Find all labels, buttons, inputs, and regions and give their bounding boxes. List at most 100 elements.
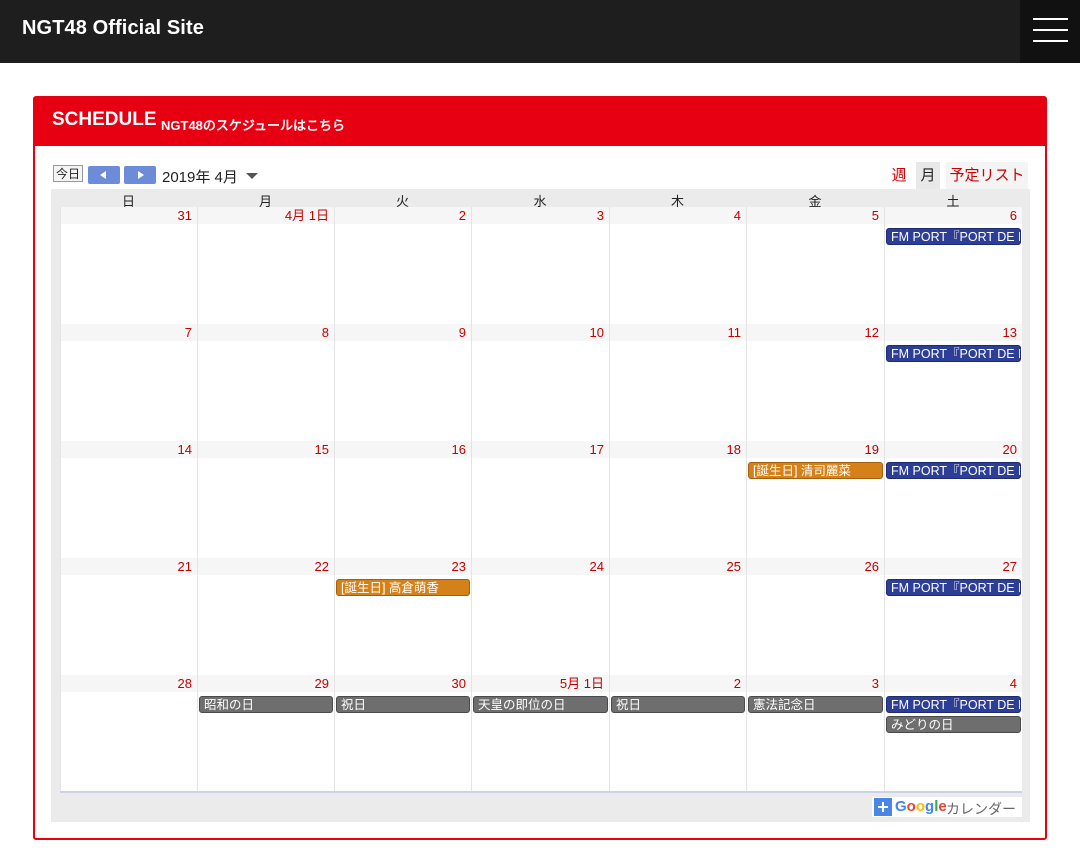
day-number: 29	[198, 675, 334, 692]
day-cell[interactable]: 11	[609, 324, 746, 441]
day-cell[interactable]: 6	[884, 207, 1022, 324]
tab-week[interactable]: 週	[886, 162, 912, 189]
next-month-button[interactable]	[124, 166, 156, 184]
calendar-event[interactable]: FM PORT『PORT DE NGT』	[886, 696, 1021, 713]
prev-month-button[interactable]	[88, 166, 120, 184]
day-cell[interactable]: 22	[197, 558, 334, 675]
day-number: 2	[610, 675, 746, 692]
calendar-event[interactable]: 祝日	[611, 696, 745, 713]
day-cell[interactable]: 9	[334, 324, 471, 441]
plus-icon	[874, 798, 892, 816]
day-cell[interactable]: 10	[471, 324, 609, 441]
add-to-google-calendar-button[interactable]: Google カレンダー	[872, 797, 1022, 817]
day-number: 20	[885, 441, 1022, 458]
week-row: 21 22 23 24 25 26 27	[60, 558, 1022, 675]
day-cell[interactable]: 27	[884, 558, 1022, 675]
day-cell[interactable]: 26	[746, 558, 884, 675]
day-cell[interactable]: 18	[609, 441, 746, 558]
day-cell[interactable]: 14	[60, 441, 197, 558]
week-row: 14 15 16 17 18 19 20	[60, 441, 1022, 558]
day-cell[interactable]: 3	[746, 675, 884, 792]
calendar-event[interactable]: 祝日	[336, 696, 470, 713]
calendar-event[interactable]: みどりの日	[886, 716, 1021, 733]
calendar-event[interactable]: 昭和の日	[199, 696, 333, 713]
google-logo: Google	[895, 798, 947, 815]
weekday-header-5: 金	[808, 194, 822, 209]
day-cell[interactable]: 2	[609, 675, 746, 792]
day-number: 7	[61, 324, 197, 341]
google-calendar-label: カレンダー	[946, 801, 1016, 817]
day-number: 4	[885, 675, 1022, 692]
month-label[interactable]: 2019年 4月	[162, 166, 238, 187]
day-number: 9	[335, 324, 471, 341]
weekday-header-3: 水	[533, 194, 547, 209]
day-number: 31	[61, 207, 197, 224]
day-number: 3	[472, 207, 609, 224]
day-cell[interactable]: 16	[334, 441, 471, 558]
day-number: 19	[747, 441, 884, 458]
day-number: 28	[61, 675, 197, 692]
calendar-event[interactable]: 憲法記念日	[748, 696, 883, 713]
day-cell[interactable]: 8	[197, 324, 334, 441]
calendar-event[interactable]: 天皇の即位の日	[473, 696, 608, 713]
site-title[interactable]: NGT48 Official Site	[22, 17, 204, 40]
day-cell[interactable]: 23	[334, 558, 471, 675]
day-cell[interactable]: 30	[334, 675, 471, 792]
week-row: 7 8 9 10 11 12 13	[60, 324, 1022, 441]
day-cell[interactable]: 19	[746, 441, 884, 558]
day-number: 5	[747, 207, 884, 224]
day-cell[interactable]: 4月 1日	[197, 207, 334, 324]
calendar-event[interactable]: [誕生日] 清司麗菜	[748, 462, 883, 479]
day-cell[interactable]: 20	[884, 441, 1022, 558]
day-number: 12	[747, 324, 884, 341]
calendar-event[interactable]: FM PORT『PORT DE NGT』	[886, 345, 1021, 362]
calendar-event[interactable]: FM PORT『PORT DE NGT』	[886, 462, 1021, 479]
day-cell[interactable]: 13	[884, 324, 1022, 441]
day-number: 27	[885, 558, 1022, 575]
day-cell[interactable]: 21	[60, 558, 197, 675]
day-cell[interactable]: 4	[609, 207, 746, 324]
day-cell[interactable]: 4	[884, 675, 1022, 792]
day-number: 11	[610, 324, 746, 341]
day-cell[interactable]: 25	[609, 558, 746, 675]
month-dropdown-caret-icon[interactable]	[246, 173, 258, 179]
day-number: 4月 1日	[198, 207, 334, 224]
day-cell[interactable]: 24	[471, 558, 609, 675]
day-number: 10	[472, 324, 609, 341]
schedule-title: SCHEDULE	[52, 109, 157, 130]
day-cell[interactable]: 7	[60, 324, 197, 441]
day-number: 14	[61, 441, 197, 458]
day-cell[interactable]: 5月 1日	[471, 675, 609, 792]
day-cell[interactable]: 29	[197, 675, 334, 792]
tab-agenda-list[interactable]: 予定リスト	[946, 162, 1028, 189]
day-cell[interactable]: 15	[197, 441, 334, 558]
day-number: 5月 1日	[472, 675, 609, 692]
grid-bottom-line	[60, 791, 1022, 793]
day-number: 2	[335, 207, 471, 224]
day-number: 18	[610, 441, 746, 458]
day-cell[interactable]: 12	[746, 324, 884, 441]
week-row: 31 4月 1日 2 3 4 5 6	[60, 207, 1022, 324]
day-cell[interactable]: 2	[334, 207, 471, 324]
day-cell[interactable]: 31	[60, 207, 197, 324]
today-button[interactable]: 今日	[53, 165, 83, 182]
day-cell[interactable]: 17	[471, 441, 609, 558]
hamburger-menu-icon[interactable]	[1020, 0, 1080, 63]
day-number: 24	[472, 558, 609, 575]
day-number: 4	[610, 207, 746, 224]
day-number: 23	[335, 558, 471, 575]
weekday-header-2: 火	[395, 194, 409, 209]
weekday-header-4: 木	[670, 194, 684, 209]
day-number: 16	[335, 441, 471, 458]
calendar-event[interactable]: FM PORT『PORT DE NGT』	[886, 579, 1021, 596]
tab-month[interactable]: 月	[916, 162, 940, 189]
day-cell[interactable]: 3	[471, 207, 609, 324]
weekday-header-1: 月	[258, 194, 272, 209]
calendar-event[interactable]: FM PORT『PORT DE NGT』	[886, 228, 1021, 245]
day-cell[interactable]: 5	[746, 207, 884, 324]
day-number: 26	[747, 558, 884, 575]
day-cell[interactable]: 28	[60, 675, 197, 792]
day-number: 22	[198, 558, 334, 575]
weekday-header-6: 土	[946, 194, 960, 209]
calendar-event[interactable]: [誕生日] 高倉萌香	[336, 579, 470, 596]
